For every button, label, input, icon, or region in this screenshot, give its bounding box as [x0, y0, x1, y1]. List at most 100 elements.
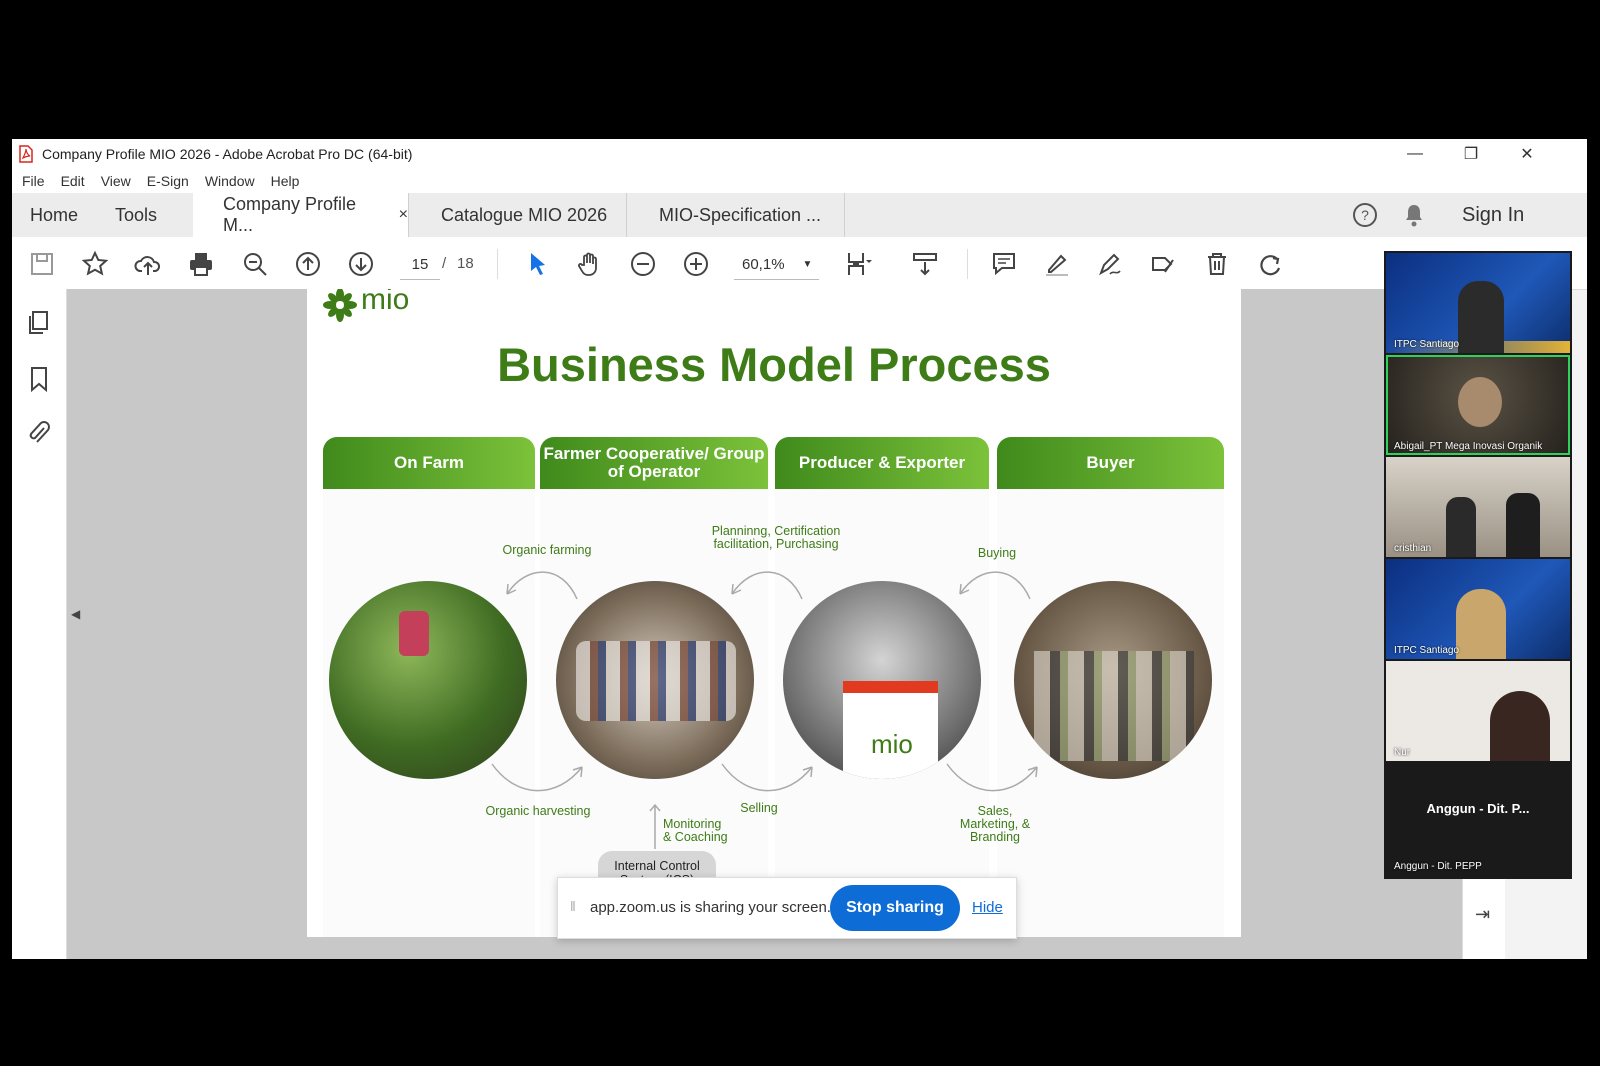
edit-stamp-icon[interactable]	[1148, 249, 1178, 279]
menu-edit[interactable]: Edit	[61, 173, 85, 189]
next-page-icon[interactable]	[346, 249, 376, 279]
prev-page-icon[interactable]	[293, 249, 323, 279]
phase-producer-exporter: Producer & Exporter	[775, 437, 989, 489]
chevron-down-icon: ▼	[802, 258, 813, 270]
participant-name: Nur	[1394, 747, 1411, 758]
producer-photo: mio	[783, 581, 981, 779]
label-monitoring: Monitoring & Coaching	[663, 817, 728, 844]
star-icon[interactable]	[80, 249, 110, 279]
participant-display-name: Anggun - Dit. P...	[1426, 801, 1530, 816]
label-sales: Sales, Marketing, & Branding	[959, 804, 1031, 844]
mio-logo-text: mio	[361, 289, 410, 316]
participant-tile-active[interactable]: Abigail_PT Mega Inovasi Organik	[1386, 355, 1570, 455]
phase-buyer: Buyer	[997, 437, 1224, 489]
pdf-page: mio Business Model Process On Farm Farme…	[307, 289, 1241, 937]
left-panel	[12, 289, 67, 959]
menu-view[interactable]: View	[101, 173, 131, 189]
phase-farmer-cooperative: Farmer Cooperative/ Group of Operator	[540, 437, 768, 489]
save-icon[interactable]	[27, 249, 57, 279]
slide-title: Business Model Process	[497, 338, 1051, 391]
tab-close-icon[interactable]: ×	[399, 206, 408, 224]
pages-thumbnail-icon[interactable]	[26, 309, 52, 337]
tab-bar: Home Tools Company Profile M... × Catalo…	[12, 193, 1587, 238]
zoom-search-icon[interactable]	[240, 249, 270, 279]
close-button[interactable]: ✕	[1504, 139, 1550, 169]
mio-logo-icon	[323, 289, 357, 322]
hide-link[interactable]: Hide	[972, 899, 1003, 916]
zoom-level-select[interactable]: 60,1% ▼	[734, 249, 819, 280]
arrow-arc-icon	[946, 763, 1038, 792]
highlight-icon[interactable]	[1042, 249, 1072, 279]
cloud-upload-icon[interactable]	[133, 249, 163, 279]
restore-button[interactable]: ❐	[1448, 139, 1494, 169]
expand-panel-icon[interactable]: ⇥	[1475, 904, 1490, 925]
phase-on-farm: On Farm	[323, 437, 535, 489]
tab-catalogue[interactable]: Catalogue MIO 2026	[409, 193, 627, 237]
tab-label: Catalogue MIO 2026	[441, 204, 608, 225]
page-fit-icon[interactable]	[844, 249, 874, 279]
share-message: app.zoom.us is sharing your screen.	[590, 899, 831, 916]
hand-tool-icon[interactable]	[575, 249, 605, 279]
trash-icon[interactable]	[1202, 249, 1232, 279]
tab-specification[interactable]: MIO-Specification ...	[627, 193, 845, 237]
page-number-input[interactable]: 15	[400, 249, 440, 280]
bookmark-icon[interactable]	[28, 365, 50, 393]
zoom-level-value: 60,1%	[742, 255, 785, 273]
participant-name: Abigail_PT Mega Inovasi Organik	[1394, 441, 1543, 452]
menu-window[interactable]: Window	[205, 173, 255, 189]
acrobat-icon	[19, 145, 33, 163]
attachment-icon[interactable]	[26, 419, 52, 447]
tab-company-profile[interactable]: Company Profile M... ×	[193, 193, 409, 237]
help-icon[interactable]: ?	[1352, 202, 1378, 228]
arrow-arc-icon	[731, 571, 803, 600]
sign-in-button[interactable]: Sign In	[1462, 193, 1524, 237]
participant-tile[interactable]: ITPC Santiago	[1386, 559, 1570, 659]
cooperative-photo	[556, 581, 754, 779]
svg-text:?: ?	[1361, 207, 1369, 223]
participant-tile[interactable]: cristhian	[1386, 457, 1570, 557]
participant-tile[interactable]: ITPC Santiago	[1386, 253, 1570, 353]
zoom-share-bar: ‖ app.zoom.us is sharing your screen. St…	[557, 877, 1017, 939]
tab-home[interactable]: Home	[30, 193, 78, 237]
scroll-mode-icon[interactable]	[910, 249, 940, 279]
arrow-arc-icon	[959, 571, 1031, 600]
drag-handle-icon[interactable]: ‖	[570, 898, 576, 914]
label-selling: Selling	[740, 801, 778, 815]
participant-name: ITPC Santiago	[1394, 339, 1460, 350]
draw-icon[interactable]	[1095, 249, 1125, 279]
arrow-arc-icon	[721, 763, 813, 792]
participant-tile[interactable]: Anggun - Dit. P... Anggun - Dit. PEPP	[1386, 763, 1570, 875]
minimize-button[interactable]: —	[1392, 139, 1438, 169]
tab-label: Company Profile M...	[223, 194, 357, 235]
print-icon[interactable]	[186, 249, 216, 279]
participant-name: cristhian	[1394, 543, 1432, 554]
rotate-icon[interactable]	[1255, 249, 1285, 279]
participant-tile[interactable]: Nur	[1386, 661, 1570, 761]
participant-name: Anggun - Dit. PEPP	[1394, 861, 1482, 872]
stop-sharing-button[interactable]: Stop sharing	[830, 885, 960, 931]
participant-name: ITPC Santiago	[1394, 645, 1460, 656]
comment-icon[interactable]	[989, 249, 1019, 279]
select-cursor-icon[interactable]	[522, 249, 552, 279]
buyer-photo	[1014, 581, 1212, 779]
arrow-up-icon	[649, 803, 661, 849]
menu-file[interactable]: File	[22, 173, 45, 189]
title-bar: Company Profile MIO 2026 - Adobe Acrobat…	[12, 139, 1587, 169]
window-title: Company Profile MIO 2026 - Adobe Acrobat…	[42, 146, 413, 162]
arrow-arc-icon	[491, 763, 583, 792]
collapse-panel-icon[interactable]: ◀	[71, 607, 80, 621]
zoom-participants-panel: ITPC Santiago Abigail_PT Mega Inovasi Or…	[1384, 251, 1572, 879]
menu-esign[interactable]: E-Sign	[147, 173, 189, 189]
zoom-in-icon[interactable]	[681, 249, 711, 279]
menu-help[interactable]: Help	[271, 173, 300, 189]
booth-mio-logo: mio	[871, 729, 913, 759]
tab-tools[interactable]: Tools	[115, 193, 157, 237]
menu-bar: File Edit View E-Sign Window Help	[12, 169, 1587, 193]
arrow-arc-icon	[506, 571, 578, 600]
page-total: 18	[457, 255, 474, 272]
page-separator: /	[442, 255, 447, 272]
toolbar: 15 / 18 60,1% ▼	[12, 237, 1587, 290]
on-farm-photo	[329, 581, 527, 779]
bell-icon[interactable]	[1402, 202, 1426, 228]
zoom-out-icon[interactable]	[628, 249, 658, 279]
